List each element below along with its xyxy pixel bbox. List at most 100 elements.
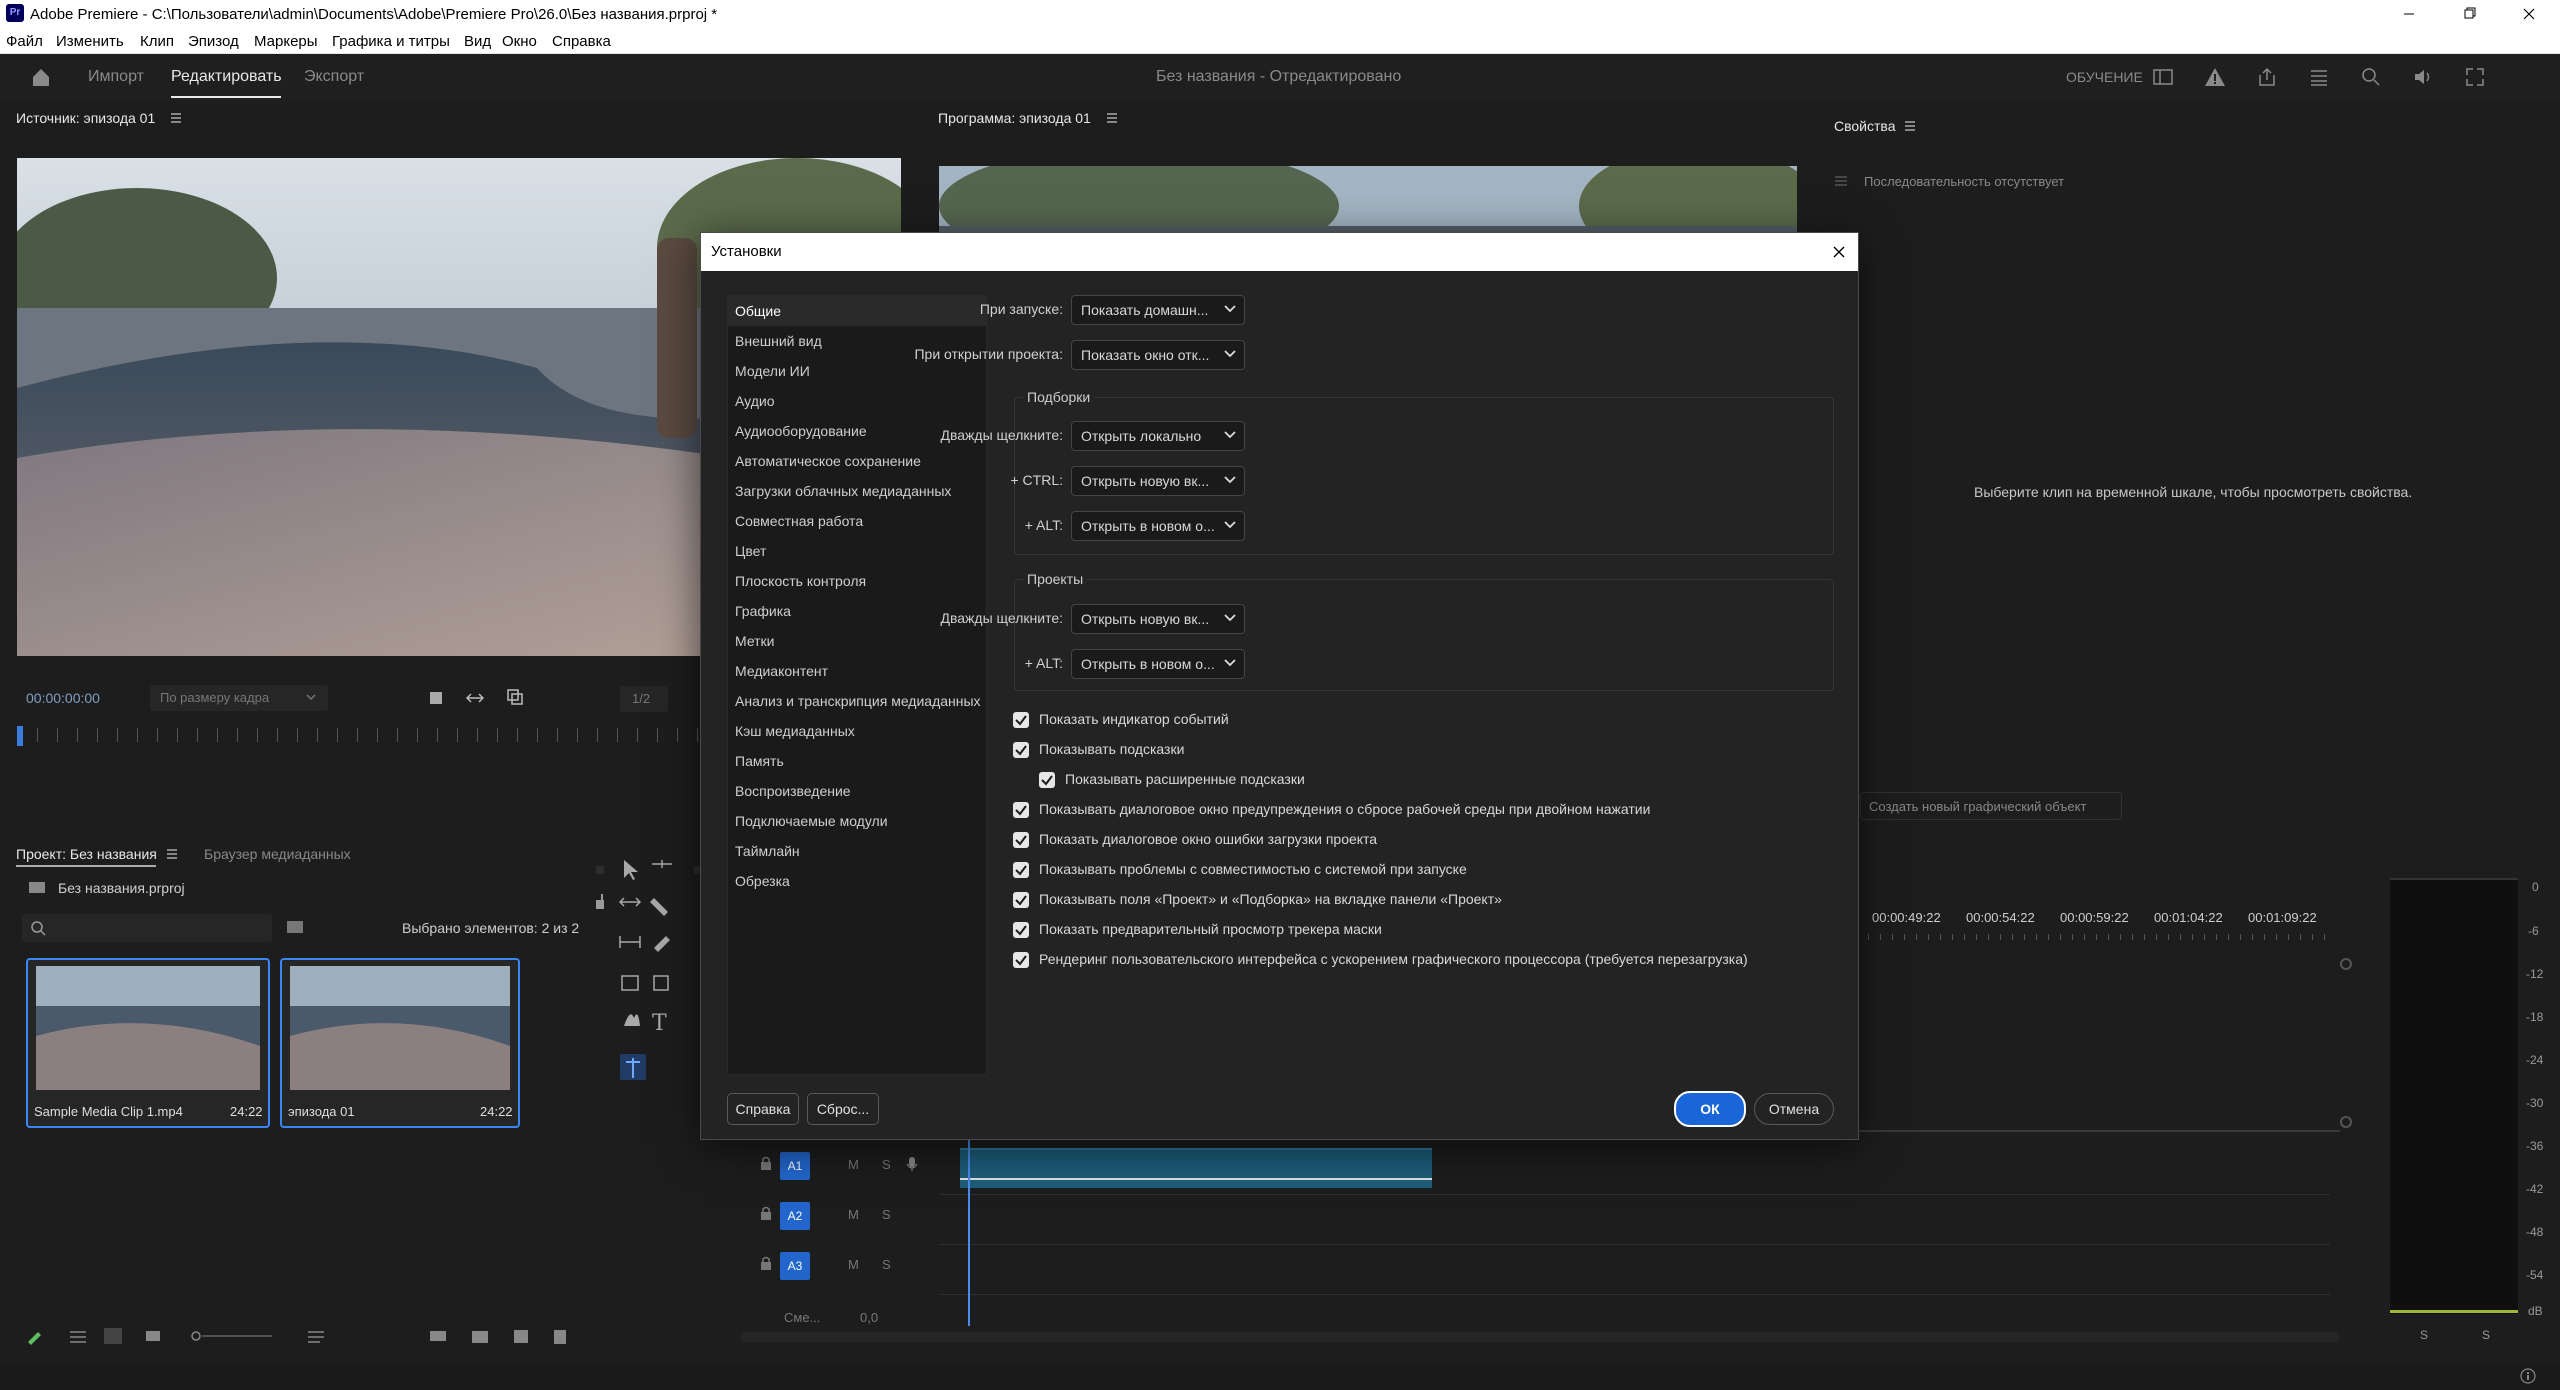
settings-button[interactable]: [428, 690, 444, 706]
nav-timeline[interactable]: Таймлайн: [728, 836, 986, 866]
info-button[interactable]: [2520, 1368, 2536, 1384]
lock-icon[interactable]: [760, 1156, 772, 1170]
panel-menu-button[interactable]: [1106, 112, 1118, 124]
bins-double-click-select[interactable]: Открыть локально: [1071, 421, 1245, 451]
mix-value[interactable]: 0,0: [860, 1310, 878, 1325]
solo-channel-button[interactable]: S: [2482, 1328, 2490, 1342]
solo-toggle[interactable]: S: [882, 1257, 891, 1272]
fullscreen-button[interactable]: [2464, 66, 2486, 88]
share-button[interactable]: [2256, 66, 2278, 88]
program-monitor-title[interactable]: Программа: эпизода 01: [938, 110, 1091, 126]
close-window-button[interactable]: [2500, 0, 2558, 28]
search-help-button[interactable]: [2360, 66, 2382, 88]
source-time-ruler[interactable]: [17, 728, 701, 742]
cancel-button[interactable]: Отмена: [1754, 1093, 1834, 1125]
nav-control-surface[interactable]: Плоскость контроля: [728, 566, 986, 596]
checkbox-checked-icon[interactable]: [1013, 802, 1029, 818]
nav-plugins[interactable]: Подключаемые модули: [728, 806, 986, 836]
ok-button[interactable]: ОК: [1674, 1091, 1746, 1127]
nav-audio[interactable]: Аудио: [728, 386, 986, 416]
tab-import[interactable]: Импорт: [88, 68, 144, 86]
checkbox-checked-icon[interactable]: [1013, 832, 1029, 848]
timeline-playhead[interactable]: [968, 1138, 970, 1326]
resolution-dropdown[interactable]: 1/2: [620, 686, 668, 712]
track-a1-badge[interactable]: A1: [780, 1152, 810, 1180]
learn-button[interactable]: ОБУЧЕНИЕ: [2066, 69, 2143, 85]
audio-clip[interactable]: [960, 1148, 1432, 1188]
maximize-button[interactable]: [2440, 0, 2498, 28]
panel-menu-button[interactable]: [1904, 120, 1916, 132]
nav-media-analysis[interactable]: Анализ и транскрипция медиаданных: [728, 686, 986, 716]
reset-button[interactable]: Сброс...: [807, 1093, 879, 1125]
nav-color[interactable]: Цвет: [728, 536, 986, 566]
minimize-button[interactable]: [2380, 0, 2438, 28]
nav-memory[interactable]: Память: [728, 746, 986, 776]
bins-ctrl-select[interactable]: Открыть новую вк...: [1071, 466, 1245, 496]
workspace-button[interactable]: [2152, 66, 2174, 88]
checkbox-checked-icon[interactable]: [1013, 892, 1029, 908]
menu-graphics[interactable]: Графика и титры: [332, 33, 450, 50]
fit-dropdown[interactable]: По размеру кадра: [150, 685, 328, 711]
checkbox-checked-icon[interactable]: [1013, 862, 1029, 878]
lock-icon[interactable]: [760, 1256, 772, 1270]
checkbox-checked-icon[interactable]: [1013, 712, 1029, 728]
mute-toggle[interactable]: M: [848, 1207, 859, 1222]
checkbox-checked-icon[interactable]: [1039, 772, 1055, 788]
project-tab[interactable]: Проект: Без названия: [16, 846, 157, 862]
media-browser-tab[interactable]: Браузер медиаданных: [204, 846, 351, 862]
home-button[interactable]: [30, 66, 52, 88]
menu-view[interactable]: Вид: [464, 33, 491, 50]
track-a3-badge[interactable]: A3: [780, 1252, 810, 1280]
startup-select[interactable]: Показать домашн...: [1071, 295, 1245, 325]
checkbox-checked-icon[interactable]: [1013, 742, 1029, 758]
panel-menu-button[interactable]: [170, 112, 182, 124]
volume-button[interactable]: [2412, 66, 2434, 88]
source-monitor-title[interactable]: Источник: эпизода 01: [16, 110, 155, 126]
solo-channel-button[interactable]: S: [2420, 1328, 2428, 1342]
warning-button[interactable]: [2204, 66, 2226, 88]
timeline-ruler-ticks[interactable]: [1868, 934, 2328, 940]
menu-help[interactable]: Справка: [552, 33, 611, 50]
project-search-input[interactable]: [22, 914, 272, 942]
help-button[interactable]: Справка: [727, 1093, 799, 1125]
new-bin-search-icon[interactable]: [286, 920, 304, 934]
mic-icon[interactable]: [906, 1156, 918, 1172]
checkbox-checked-icon[interactable]: [1013, 922, 1029, 938]
lock-icon[interactable]: [760, 1206, 772, 1220]
menu-sequence[interactable]: Эпизод: [188, 33, 239, 50]
panel-menu-button[interactable]: [166, 848, 178, 860]
checkbox-checked-icon[interactable]: [1013, 952, 1029, 968]
nav-playback[interactable]: Воспроизведение: [728, 776, 986, 806]
menu-window[interactable]: Окно: [502, 33, 537, 50]
video-scroll-handle[interactable]: [2340, 958, 2352, 970]
projects-alt-select[interactable]: Открыть в новом о...: [1071, 649, 1245, 679]
tab-export[interactable]: Экспорт: [304, 68, 364, 86]
menu-file[interactable]: Файл: [6, 33, 43, 50]
menu-edit[interactable]: Изменить: [56, 33, 124, 50]
track-a2-badge[interactable]: A2: [780, 1202, 810, 1230]
video-scroll-handle[interactable]: [2340, 1116, 2352, 1128]
nav-media-cache[interactable]: Кэш медиаданных: [728, 716, 986, 746]
dialog-close-button[interactable]: [1826, 239, 1852, 265]
timeline-horizontal-scroll[interactable]: [740, 1332, 2340, 1342]
projects-double-click-select[interactable]: Открыть новую вк...: [1071, 604, 1245, 634]
source-timecode[interactable]: 00:00:00:00: [26, 690, 100, 706]
solo-toggle[interactable]: S: [882, 1157, 891, 1172]
source-playhead[interactable]: [17, 726, 23, 746]
tab-edit[interactable]: Редактировать: [171, 68, 282, 86]
project-item-sequence[interactable]: эпизода 01 24:22: [280, 958, 520, 1128]
nav-trim[interactable]: Обрезка: [728, 866, 986, 896]
bins-alt-select[interactable]: Открыть в новом о...: [1071, 511, 1245, 541]
progress-button[interactable]: [2308, 66, 2330, 88]
nav-labels[interactable]: Метки: [728, 626, 986, 656]
open-project-select[interactable]: Показать окно отк...: [1071, 340, 1245, 370]
new-graphic-button[interactable]: Создать новый графический объект: [1860, 792, 2122, 820]
project-item-clip[interactable]: Sample Media Clip 1.mp4 24:22: [26, 958, 270, 1128]
insert-button[interactable]: [466, 690, 484, 706]
export-frame-button[interactable]: [506, 688, 524, 706]
menu-markers[interactable]: Маркеры: [254, 33, 318, 50]
menu-clip[interactable]: Клип: [140, 33, 174, 50]
mute-toggle[interactable]: M: [848, 1257, 859, 1272]
properties-title[interactable]: Свойства: [1834, 118, 1895, 134]
solo-toggle[interactable]: S: [882, 1207, 891, 1222]
